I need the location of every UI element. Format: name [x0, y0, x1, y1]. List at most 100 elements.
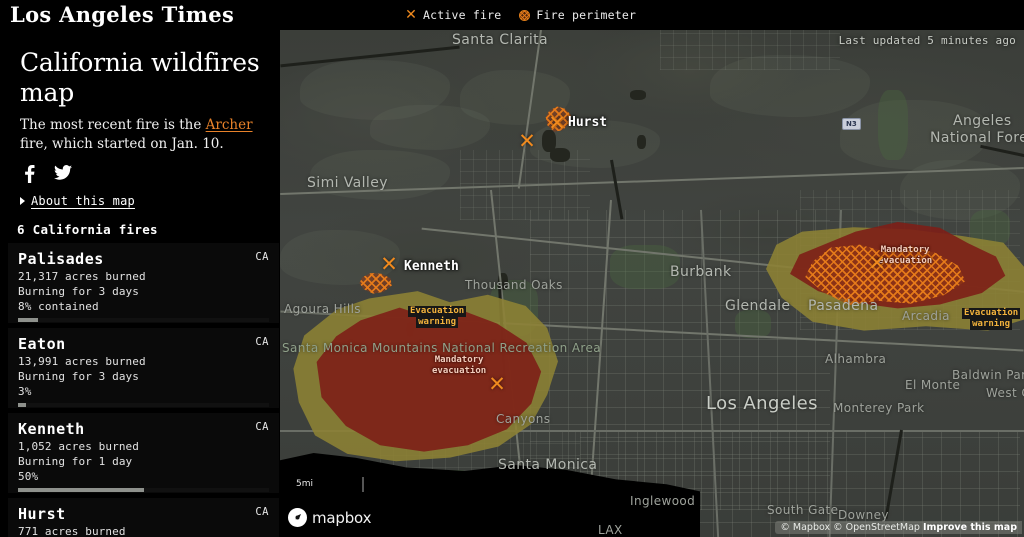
fire-state-badge: CA [255, 506, 269, 518]
map-canvas[interactable]: Evacuation warning Mandatory evacuation … [280, 30, 1024, 537]
active-fire-x-icon-lidia[interactable]: ✕ [518, 131, 536, 152]
fire-label-hurst[interactable]: Hurst [568, 115, 607, 130]
active-fire-x-icon: ✕ [405, 7, 417, 23]
about-this-map-toggle[interactable]: About this map [20, 194, 267, 208]
place-label-inglewood: Inglewood [630, 494, 696, 508]
archer-fire-link[interactable]: Archer [206, 117, 253, 133]
map-attribution[interactable]: © Mapbox © OpenStreetMap Improve this ma… [775, 521, 1022, 534]
fire-containment: 8% contained [18, 300, 99, 313]
fire-list-item-eaton[interactable]: CA Eaton 13,991 acres burned Burning for… [8, 328, 279, 408]
wildfire-map-app: Evacuation warning Mandatory evacuation … [0, 0, 1024, 537]
top-bar: Los Angeles Times ✕ Active fire Fire per… [0, 0, 1024, 30]
fire-name: Kenneth [18, 420, 85, 438]
fire-duration: Burning for 3 days [18, 285, 140, 298]
place-label-downey: Downey [838, 508, 889, 522]
mapbox-wordmark: mapbox [312, 508, 372, 527]
map-legend: ✕ Active fire Fire perimeter [405, 0, 636, 30]
place-label-simi-valley: Simi Valley [307, 175, 388, 191]
fire-label-kenneth[interactable]: Kenneth [404, 259, 459, 274]
water-body [630, 90, 646, 100]
improve-this-map-link[interactable]: Improve this map [923, 522, 1017, 533]
zone-label-evacuation-warning-eaton: Evacuation warning [962, 308, 1021, 330]
street-grid [660, 30, 840, 70]
place-label-national-forest: National Forest [930, 130, 1024, 146]
place-label-glendale: Glendale [725, 298, 791, 314]
place-label-arcadia: Arcadia [902, 309, 950, 323]
legend-label-fire-perimeter: Fire perimeter [536, 8, 637, 22]
fire-containment: 3% [18, 385, 32, 398]
containment-progress-fill [18, 488, 144, 492]
dek-text-before: The most recent fire is the [20, 117, 206, 133]
sidebar: California wildfires map The most recent… [0, 30, 280, 537]
fires-count-heading: 6 California fires [8, 218, 167, 241]
about-this-map-label: About this map [31, 194, 135, 208]
park-area [878, 90, 908, 160]
fire-acres: 21,317 acres burned [18, 270, 146, 283]
legend-label-active-fire: Active fire [423, 8, 502, 22]
zone-label-evacuation-warning-palisades: Evacuation warning [408, 306, 467, 328]
zone-label-mandatory-evacuation-eaton: Mandatory evacuation [878, 245, 933, 266]
legend-item-fire-perimeter: Fire perimeter [519, 8, 636, 22]
mapbox-logo[interactable]: mapbox [288, 508, 371, 527]
active-fire-x-icon-palisades[interactable]: ✕ [488, 374, 506, 395]
active-fire-x-icon-eaton[interactable]: ✕ [868, 253, 886, 274]
fire-duration: Burning for 3 days [18, 370, 140, 383]
intro-dek: The most recent fire is the Archer fire,… [20, 116, 267, 154]
fire-list-item-kenneth[interactable]: CA Kenneth 1,052 acres burned Burning fo… [8, 413, 279, 493]
last-updated-status: Last updated 5 minutes ago [838, 34, 1016, 47]
fire-name: Palisades [18, 250, 104, 268]
social-share-row [20, 165, 267, 183]
fire-acres: 771 acres burned [18, 525, 126, 537]
fire-state-badge: CA [255, 251, 269, 263]
active-fire-x-icon-hurst[interactable]: ✕ [548, 113, 566, 134]
place-label-canyons: Canyons [496, 412, 551, 426]
active-fire-x-icon-kenneth[interactable]: ✕ [380, 254, 398, 275]
twitter-share-icon[interactable] [54, 165, 72, 183]
place-label-angeles: Angeles [953, 113, 1012, 129]
fire-acres: 13,991 acres burned [18, 355, 146, 368]
water-body [637, 135, 646, 149]
fire-list-item-palisades[interactable]: CA Palisades 21,317 acres burned Burning… [8, 243, 279, 323]
place-label-west-covina: West Cov [986, 386, 1024, 400]
place-label-lax: LAX [598, 523, 623, 537]
fire-list[interactable]: CA Palisades 21,317 acres burned Burning… [8, 243, 279, 537]
containment-progress-bar [18, 318, 269, 322]
legend-item-active-fire: ✕ Active fire [405, 8, 501, 22]
fire-state-badge: CA [255, 336, 269, 348]
fire-duration: Burning for 1 day [18, 455, 133, 468]
route-shield-icon: N3 [842, 118, 861, 130]
fire-state-badge: CA [255, 421, 269, 433]
place-label-burbank: Burbank [670, 264, 732, 280]
dek-text-after: fire, which started on Jan. 10. [20, 136, 224, 152]
containment-progress-bar [18, 403, 269, 407]
la-times-masthead[interactable]: Los Angeles Times [10, 3, 234, 27]
water-body [550, 148, 570, 162]
fire-acres: 1,052 acres burned [18, 440, 140, 453]
containment-progress-bar [18, 488, 269, 492]
mapbox-mark-icon [288, 508, 307, 527]
attribution-text: © Mapbox © OpenStreetMap [780, 522, 923, 533]
place-label-los-angeles: Los Angeles [706, 393, 818, 414]
containment-progress-fill [18, 403, 26, 407]
place-label-monterey-park: Monterey Park [833, 401, 925, 415]
place-label-santa-monica-mountains-nra: Santa Monica Mountains National Recreati… [282, 341, 602, 355]
place-label-south-gate: South Gate [767, 503, 839, 517]
fire-perimeter-circle-icon [519, 9, 531, 21]
intro-card: California wildfires map The most recent… [8, 38, 279, 220]
place-label-santa-monica: Santa Monica [498, 457, 598, 473]
place-label-thousand-oaks: Thousand Oaks [465, 278, 563, 292]
place-label-agoura-hills: Agoura Hills [284, 302, 361, 316]
fire-name: Eaton [18, 335, 66, 353]
facebook-share-icon[interactable] [22, 165, 36, 183]
fire-name: Hurst [18, 505, 66, 523]
fire-list-item-hurst[interactable]: CA Hurst 771 acres burned Burning for 3 … [8, 498, 279, 537]
place-label-santa-clarita: Santa Clarita [452, 32, 549, 48]
chevron-right-icon [20, 197, 25, 205]
containment-progress-fill [18, 318, 39, 322]
page-title: California wildfires map [20, 48, 260, 107]
place-label-pasadena: Pasadena [808, 298, 879, 314]
fire-containment: 50% [18, 470, 39, 483]
zone-label-mandatory-evacuation-palisades: Mandatory evacuation [432, 355, 487, 376]
place-label-baldwin-park: Baldwin Park [952, 368, 1024, 382]
map-scale-bar: 5mi [292, 477, 364, 492]
